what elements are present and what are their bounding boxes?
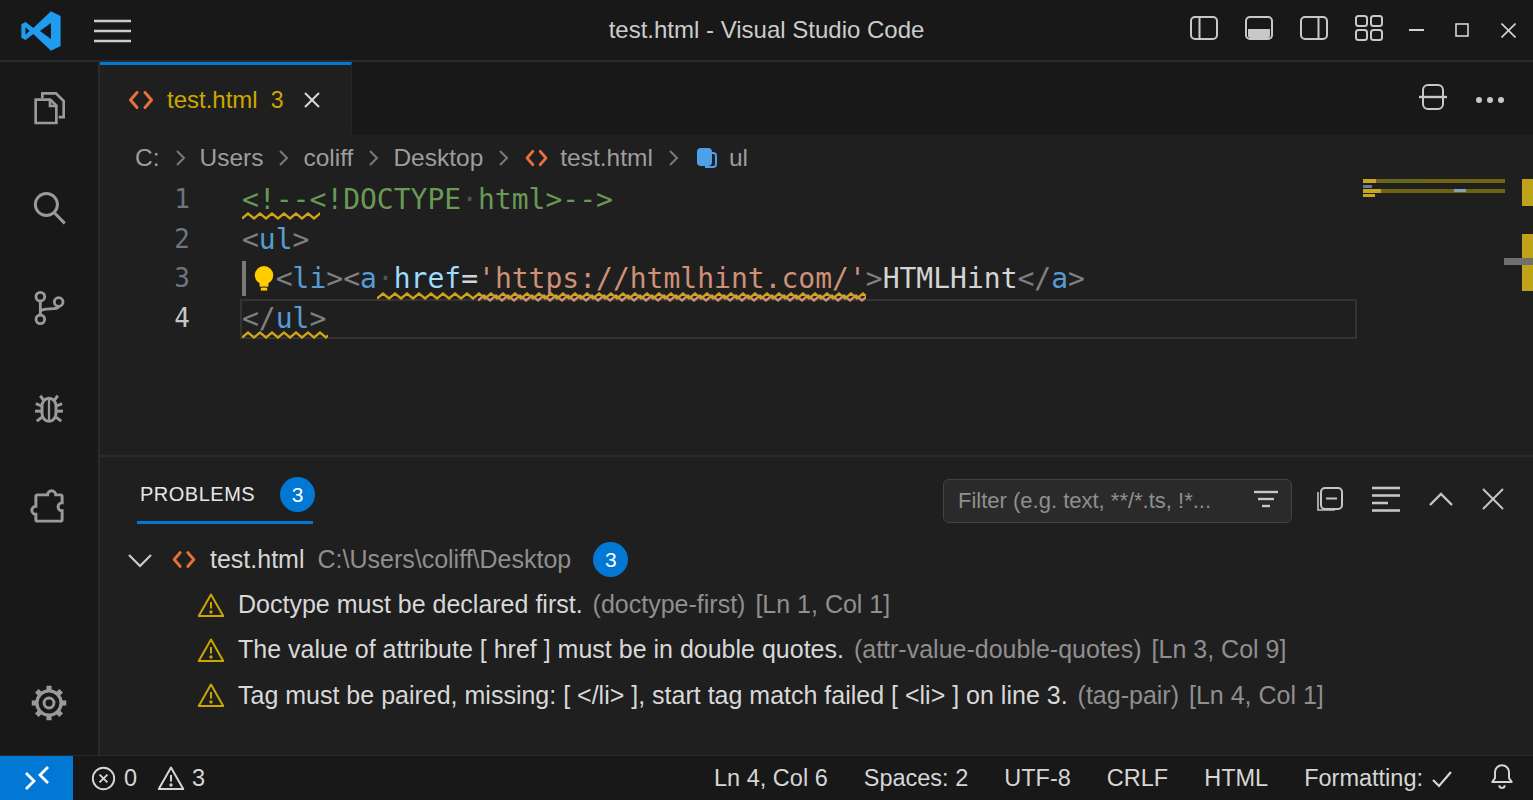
warning-icon bbox=[157, 765, 185, 791]
tab-test-html[interactable]: test.html 3 bbox=[100, 62, 352, 135]
extensions-icon[interactable] bbox=[28, 487, 70, 533]
tab-strip: test.html 3 bbox=[100, 62, 1533, 135]
problems-status[interactable]: 0 3 bbox=[90, 765, 205, 792]
html-file-icon bbox=[126, 88, 156, 112]
indentation[interactable]: Spaces: 2 bbox=[864, 765, 969, 792]
tab-problem-count: 3 bbox=[271, 87, 284, 114]
customize-layout-icon[interactable] bbox=[1355, 15, 1383, 45]
symbol-icon bbox=[693, 145, 719, 171]
problem-position: [Ln 1, Col 1] bbox=[755, 590, 890, 619]
warning-squiggle bbox=[242, 212, 320, 221]
error-icon bbox=[90, 765, 117, 792]
eol-sequence[interactable]: CRLF bbox=[1107, 765, 1168, 792]
window-title: test.html - Visual Studio Code bbox=[609, 16, 925, 44]
more-actions-icon[interactable] bbox=[1475, 90, 1505, 108]
warning-count: 3 bbox=[192, 765, 205, 792]
active-panel-underline bbox=[137, 521, 313, 524]
warning-icon bbox=[197, 592, 225, 618]
breadcrumb-item[interactable]: Users bbox=[200, 144, 264, 172]
tab-problems[interactable]: PROBLEMS bbox=[140, 483, 255, 506]
problems-file-row[interactable]: test.html C:\Users\coliff\Desktop 3 bbox=[100, 537, 1533, 582]
maximize-panel-icon[interactable] bbox=[1428, 491, 1454, 511]
line-number: 3 bbox=[100, 259, 190, 299]
split-editor-icon[interactable] bbox=[1418, 82, 1448, 116]
warning-squiggle bbox=[242, 331, 328, 340]
vscode-logo[interactable] bbox=[21, 11, 61, 55]
problems-panel: PROBLEMS 3 Filter (e.g. text, **/*.ts, !… bbox=[100, 455, 1533, 755]
explorer-icon[interactable] bbox=[29, 88, 69, 132]
title-bar: test.html - Visual Studio Code bbox=[0, 0, 1533, 62]
line-number: 1 bbox=[100, 180, 190, 220]
breadcrumb-item[interactable]: coliff bbox=[303, 144, 353, 172]
view-as-table-icon[interactable] bbox=[1314, 485, 1344, 517]
code-line[interactable]: 2<ul> bbox=[100, 220, 1460, 260]
warning-squiggle bbox=[377, 292, 866, 301]
collapse-all-icon[interactable] bbox=[1371, 486, 1401, 516]
editor[interactable]: C: Users coliff Desktop test.html ul 1<!… bbox=[100, 135, 1533, 455]
chevron-right-icon bbox=[173, 148, 187, 168]
toggle-panel-icon[interactable] bbox=[1245, 16, 1273, 44]
check-icon bbox=[1431, 769, 1453, 789]
toggle-sidebar-icon[interactable] bbox=[1190, 16, 1218, 44]
toggle-secondary-sidebar-icon[interactable] bbox=[1300, 16, 1328, 44]
close-panel-icon[interactable] bbox=[1481, 487, 1505, 515]
close-window-icon[interactable] bbox=[1495, 15, 1521, 45]
tab-close-icon[interactable] bbox=[302, 90, 322, 110]
problem-position: [Ln 4, Col 1] bbox=[1189, 681, 1324, 710]
status-bar: 0 3 Ln 4, Col 6 Spaces: 2 UTF-8 CRLF HTM… bbox=[0, 755, 1533, 800]
problem-position: [Ln 3, Col 9] bbox=[1152, 635, 1287, 664]
chevron-down-icon[interactable] bbox=[126, 551, 154, 569]
html-file-icon bbox=[523, 147, 550, 169]
html-file-icon bbox=[170, 548, 198, 571]
problem-rule: (tag-pair) bbox=[1078, 681, 1179, 710]
lightbulb-icon[interactable] bbox=[249, 263, 279, 299]
warning-icon bbox=[197, 682, 225, 708]
settings-gear-icon[interactable] bbox=[27, 681, 71, 729]
encoding[interactable]: UTF-8 bbox=[1004, 765, 1071, 792]
error-count: 0 bbox=[124, 765, 137, 792]
file-problems-badge: 3 bbox=[593, 542, 628, 577]
remote-indicator[interactable] bbox=[0, 756, 73, 800]
problems-filter-input[interactable]: Filter (e.g. text, **/*.ts, !*... bbox=[943, 479, 1292, 523]
filter-icon[interactable] bbox=[1253, 489, 1279, 513]
formatting-status[interactable]: Formatting: bbox=[1304, 765, 1453, 792]
search-icon[interactable] bbox=[28, 187, 70, 233]
warning-icon bbox=[197, 637, 225, 663]
problems-count-badge: 3 bbox=[280, 477, 315, 512]
line-number: 2 bbox=[100, 220, 190, 260]
filter-placeholder: Filter (e.g. text, **/*.ts, !*... bbox=[958, 488, 1253, 514]
menu-icon[interactable] bbox=[94, 18, 131, 48]
problem-message: Tag must be paired, missing: [ </li> ], … bbox=[238, 681, 1068, 710]
breadcrumb-drive[interactable]: C: bbox=[135, 144, 160, 172]
breadcrumb: C: Users coliff Desktop test.html ul bbox=[135, 135, 748, 180]
problems-file-path: C:\Users\coliff\Desktop bbox=[317, 545, 571, 574]
chevron-right-icon bbox=[496, 148, 510, 168]
problem-rule: (attr-value-double-quotes) bbox=[854, 635, 1142, 664]
language-mode[interactable]: HTML bbox=[1204, 765, 1268, 792]
breadcrumb-symbol[interactable]: ul bbox=[729, 144, 748, 172]
problem-message: Doctype must be declared first. bbox=[238, 590, 583, 619]
problem-message: The value of attribute [ href ] must be … bbox=[238, 635, 844, 664]
notifications-bell-icon[interactable] bbox=[1489, 762, 1515, 796]
breadcrumb-file[interactable]: test.html bbox=[560, 144, 653, 172]
problem-rule: (doctype-first) bbox=[593, 590, 746, 619]
debug-icon[interactable] bbox=[28, 387, 70, 433]
source-control-icon[interactable] bbox=[29, 287, 69, 333]
chevron-right-icon bbox=[666, 148, 680, 168]
problems-file-name: test.html bbox=[210, 545, 304, 574]
tab-label: test.html bbox=[167, 86, 258, 114]
chevron-right-icon bbox=[366, 148, 380, 168]
activity-bar bbox=[0, 62, 100, 755]
chevron-right-icon bbox=[276, 148, 290, 168]
text-cursor bbox=[242, 261, 246, 296]
cursor-position[interactable]: Ln 4, Col 6 bbox=[714, 765, 828, 792]
problem-row[interactable]: Doctype must be declared first. (doctype-… bbox=[100, 582, 1533, 627]
maximize-icon[interactable] bbox=[1449, 15, 1475, 45]
line-number: 4 bbox=[100, 299, 190, 339]
problem-row[interactable]: Tag must be paired, missing: [ </li> ], … bbox=[100, 673, 1533, 718]
breadcrumb-item[interactable]: Desktop bbox=[393, 144, 483, 172]
minimize-icon[interactable] bbox=[1403, 15, 1429, 45]
problem-row[interactable]: The value of attribute [ href ] must be … bbox=[100, 627, 1533, 672]
